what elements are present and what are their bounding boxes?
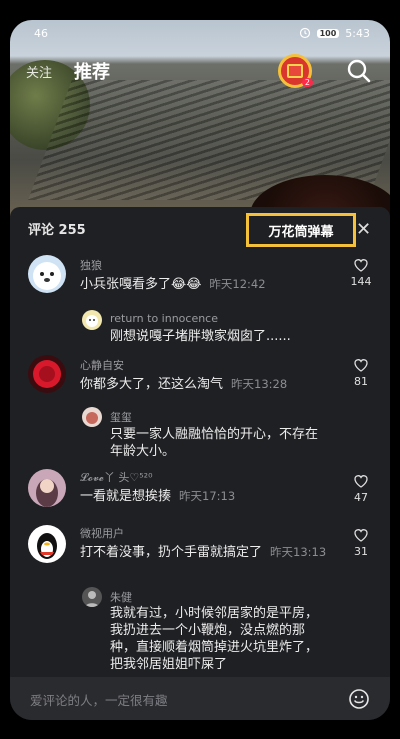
reply-username[interactable]: 朱健 — [110, 589, 132, 605]
kaleidoscope-danmaku-button[interactable]: 万花筒弹幕 — [246, 213, 356, 247]
reply-avatar[interactable] — [82, 310, 102, 330]
comment-text: 你都多大了，还这么淘气 昨天13:28 — [80, 375, 340, 394]
comment-time: 昨天12:42 — [209, 277, 266, 291]
comment-username[interactable]: 独狼 — [80, 257, 102, 273]
like-button[interactable]: 144 — [346, 257, 376, 288]
video-background[interactable] — [10, 20, 390, 255]
comment-panel-header: 评论 255 万花筒弹幕 ✕ — [10, 207, 390, 249]
comment-text: 打不着没事，扔个手雷就搞定了 昨天13:13 — [80, 543, 340, 562]
red-packet-count: 2 — [301, 78, 313, 87]
like-button[interactable]: 47 — [346, 473, 376, 504]
clock-time: 5:43 — [345, 26, 370, 40]
heart-icon — [354, 259, 368, 272]
like-count: 31 — [354, 545, 368, 558]
alarm-icon — [299, 27, 310, 39]
phone-screen: 46 100 5:43 关注 推荐 2 评论 255 万花筒弹幕 ✕ 独狼 小兵… — [10, 20, 390, 720]
heart-icon — [354, 529, 368, 542]
like-button[interactable]: 81 — [346, 357, 376, 388]
comment-username[interactable]: 微视用户 — [80, 525, 124, 541]
battery-level: 100 — [316, 28, 340, 38]
heart-icon — [354, 475, 368, 488]
avatar[interactable] — [28, 525, 66, 563]
comment-username[interactable]: 𝓛𝓸𝓿𝓮丫 头♡⁵²⁰ — [80, 469, 153, 485]
search-icon[interactable] — [346, 58, 372, 84]
comment-text: 一看就是想挨揍 昨天17:13 — [80, 487, 340, 506]
comment-body: 打不着没事，扔个手雷就搞定了 — [80, 545, 263, 560]
status-right: 100 5:43 — [299, 27, 370, 40]
like-count: 144 — [350, 275, 372, 288]
comment-time: 昨天13:13 — [270, 545, 327, 559]
reply-username[interactable]: 玺玺 — [110, 409, 132, 425]
comment-username[interactable]: 心静自安 — [80, 357, 124, 373]
reply-avatar[interactable] — [82, 587, 102, 607]
comment-text: 小兵张嘎看多了😂😂 昨天12:42 — [80, 275, 340, 294]
close-icon[interactable]: ✕ — [356, 219, 371, 240]
comment-body: 一看就是想挨揍 — [80, 489, 172, 504]
comment-input[interactable]: 爱评论的人，一定很有趣 — [30, 690, 168, 709]
status-bar: 46 100 5:43 — [10, 20, 390, 46]
red-packet-icon — [287, 64, 303, 78]
comment-body: 你都多大了，还这么淘气 — [80, 377, 224, 392]
comment-body: 小兵张嘎看多了😂😂 — [80, 277, 202, 292]
avatar[interactable] — [28, 355, 66, 393]
tab-recommend[interactable]: 推荐 — [74, 58, 110, 84]
signal-indicator: 46 — [34, 26, 48, 40]
comment-count: 评论 255 — [28, 222, 86, 238]
avatar[interactable] — [28, 469, 66, 507]
like-button[interactable]: 31 — [346, 527, 376, 558]
like-count: 81 — [354, 375, 368, 388]
tab-follow[interactable]: 关注 — [26, 62, 52, 81]
comment-time: 昨天17:13 — [179, 489, 236, 503]
red-packet-button[interactable]: 2 — [278, 54, 313, 88]
reply-username[interactable]: return to innocence — [110, 312, 218, 325]
reply-text: 只要一家人融融恰恰的开心，不存在年龄大小。 — [110, 427, 319, 459]
emoji-icon[interactable] — [348, 688, 370, 710]
reply-text: 刚想说嘎子堵胖墩家烟囱了...... — [110, 329, 291, 344]
avatar[interactable] — [28, 255, 66, 293]
heart-icon — [354, 359, 368, 372]
comment-time: 昨天13:28 — [231, 377, 288, 391]
comment-panel: 评论 255 万花筒弹幕 ✕ 独狼 小兵张嘎看多了😂😂 昨天12:42 144 r… — [10, 207, 390, 720]
reply-avatar[interactable] — [82, 407, 102, 427]
top-nav: 关注 推荐 2 — [10, 54, 390, 88]
like-count: 47 — [354, 491, 368, 504]
comment-input-bar[interactable]: 爱评论的人，一定很有趣 — [10, 677, 390, 720]
reply-text: 我就有过，小时候邻居家的是平房，我扔进去一个小鞭炮，没点燃的那种，直接顺着烟筒掉… — [110, 606, 319, 672]
